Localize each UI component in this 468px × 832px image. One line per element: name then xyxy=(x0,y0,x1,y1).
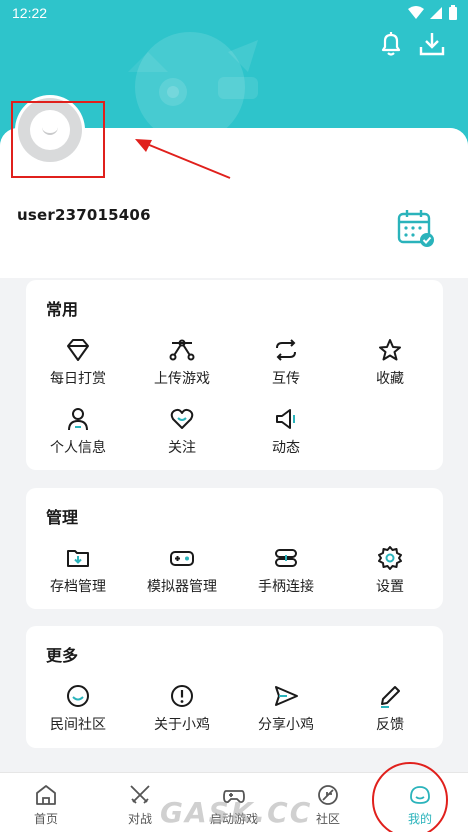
annotation-highlight-box xyxy=(11,101,105,178)
bell-icon[interactable] xyxy=(377,30,405,58)
nav-label: 对战 xyxy=(127,812,152,826)
item-label: 民间社区 xyxy=(50,717,106,733)
item-label: 分享小鸡 xyxy=(258,717,314,733)
link-icon xyxy=(275,549,297,567)
item-daily-reward[interactable]: 每日打赏 xyxy=(26,337,130,388)
item-upload-game[interactable]: 上传游戏 xyxy=(130,337,234,388)
smile-icon xyxy=(67,685,89,707)
megaphone-icon xyxy=(276,409,295,429)
item-label: 设置 xyxy=(376,579,404,595)
item-transfer[interactable]: 互传 xyxy=(234,337,338,388)
mascot-decoration-icon xyxy=(128,32,258,130)
leaf-icon xyxy=(318,785,338,805)
status-time: 12:22 xyxy=(12,5,48,21)
pencil-icon xyxy=(381,686,400,708)
section-title: 更多 xyxy=(46,646,79,665)
paper-plane-icon xyxy=(275,686,298,706)
annotation-highlight-circle xyxy=(372,762,448,832)
nav-label: 首页 xyxy=(33,812,58,826)
folder-download-icon xyxy=(67,550,89,567)
nav-home[interactable]: 首页 xyxy=(6,783,86,827)
item-about[interactable]: 关于小鸡 xyxy=(130,683,234,734)
section-title: 常用 xyxy=(46,300,79,319)
heart-icon xyxy=(170,408,194,429)
nav-label: 社区 xyxy=(315,812,340,826)
signal-icon xyxy=(430,7,442,19)
item-favorites[interactable]: 收藏 xyxy=(338,337,442,388)
item-label: 手柄连接 xyxy=(258,579,314,595)
annotation-arrow-icon xyxy=(135,139,231,179)
item-label: 反馈 xyxy=(376,717,404,733)
item-label: 每日打赏 xyxy=(50,371,106,387)
gear-icon xyxy=(378,546,402,570)
wifi-icon xyxy=(408,6,424,19)
gamepad-icon xyxy=(170,551,194,566)
item-community[interactable]: 民间社区 xyxy=(26,683,130,734)
section-common: 常用 每日打赏 上传游戏 互传 收藏 个人信息 关注 动态 xyxy=(26,280,443,470)
username: user237015406 xyxy=(17,206,151,224)
item-follow[interactable]: 关注 xyxy=(130,406,234,457)
item-share[interactable]: 分享小鸡 xyxy=(234,683,338,734)
item-feedback[interactable]: 反馈 xyxy=(338,683,442,734)
item-settings[interactable]: 设置 xyxy=(338,545,442,596)
home-icon xyxy=(36,785,56,805)
item-label: 动态 xyxy=(272,440,300,456)
item-label: 上传游戏 xyxy=(154,371,210,387)
watermark: GASK.CC xyxy=(160,796,313,829)
swords-icon xyxy=(130,785,150,804)
diamond-icon xyxy=(67,339,89,361)
calendar-checkin-icon[interactable] xyxy=(396,208,436,248)
section-more: 更多 民间社区 关于小鸡 分享小鸡 反馈 xyxy=(26,626,443,748)
item-label: 关于小鸡 xyxy=(154,717,210,733)
upload-game-icon xyxy=(169,339,195,361)
item-emulator-manager[interactable]: 模拟器管理 xyxy=(130,545,234,596)
item-label: 模拟器管理 xyxy=(147,579,217,595)
info-icon xyxy=(171,685,193,707)
item-label: 互传 xyxy=(272,371,300,387)
item-save-manager[interactable]: 存档管理 xyxy=(26,545,130,596)
download-icon[interactable] xyxy=(418,30,446,58)
item-label: 存档管理 xyxy=(50,579,106,595)
status-bar: 12:22 xyxy=(0,0,468,26)
section-title: 管理 xyxy=(46,508,79,527)
status-icons xyxy=(408,5,458,21)
battery-icon xyxy=(449,5,457,20)
star-icon xyxy=(379,339,401,361)
item-label: 关注 xyxy=(168,440,196,456)
item-label: 个人信息 xyxy=(50,440,106,456)
item-controller-connect[interactable]: 手柄连接 xyxy=(234,545,338,596)
item-personal-info[interactable]: 个人信息 xyxy=(26,406,130,457)
transfer-icon xyxy=(276,339,296,361)
item-activity[interactable]: 动态 xyxy=(234,406,338,457)
person-icon xyxy=(68,408,88,431)
section-manage: 管理 存档管理 模拟器管理 手柄连接 设置 xyxy=(26,488,443,609)
item-label: 收藏 xyxy=(376,371,404,387)
